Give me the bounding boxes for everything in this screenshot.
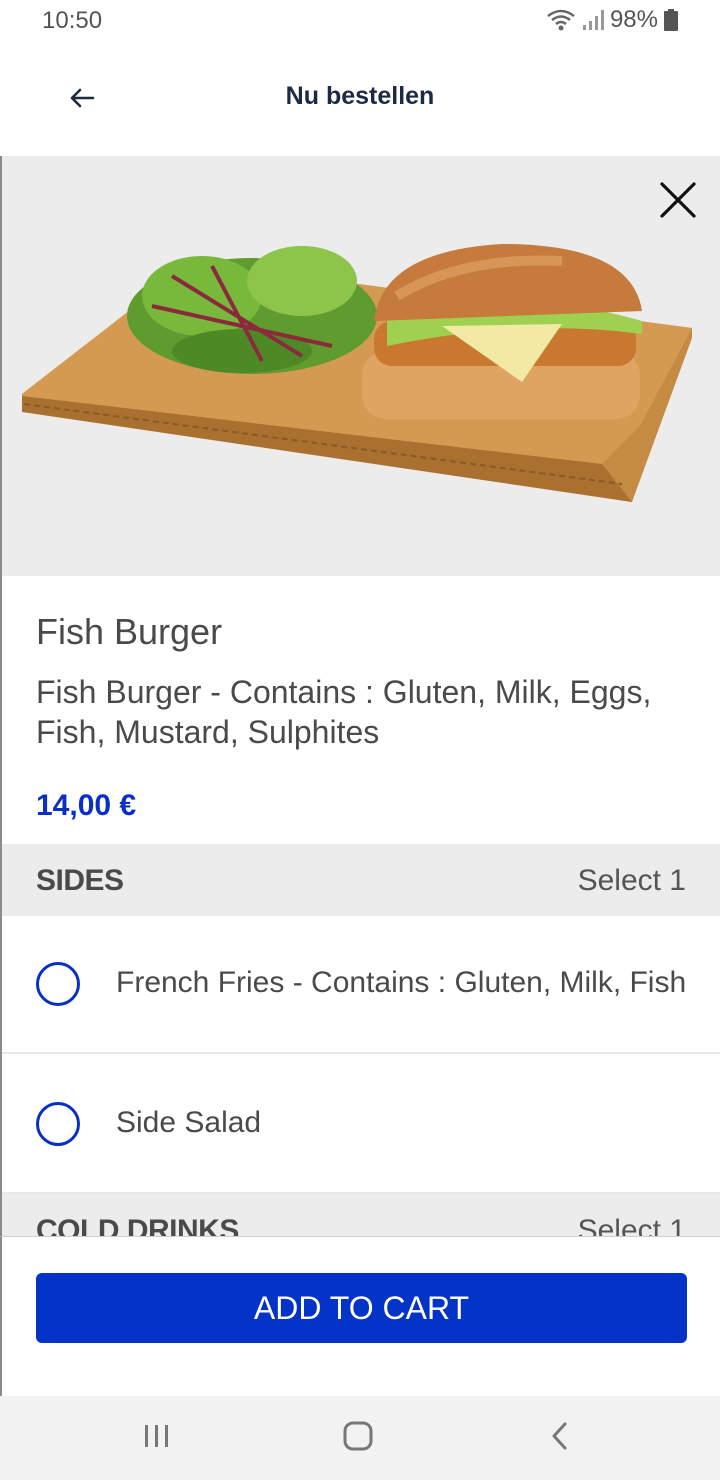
status-time: 10:50: [42, 7, 103, 34]
radio-button[interactable]: [36, 962, 80, 1006]
option-label: French Fries - Contains : Gluten, Milk, …: [116, 966, 687, 999]
group-header-sides: SIDES Select 1: [2, 844, 720, 916]
page-title: Nu bestellen: [285, 82, 435, 110]
product-sheet: Fish Burger Fish Burger - Contains : Glu…: [0, 156, 720, 1396]
product-image: [2, 156, 720, 576]
system-nav-bar: [0, 1396, 720, 1480]
close-button[interactable]: [654, 176, 702, 224]
battery-icon: [664, 9, 678, 31]
chevron-left-icon: [549, 1421, 571, 1456]
bottom-action-bar: ADD TO CART: [0, 1236, 720, 1396]
product-name: Fish Burger: [36, 611, 223, 652]
add-to-cart-button[interactable]: ADD TO CART: [36, 1273, 687, 1343]
group-title: SIDES: [36, 864, 124, 897]
product-price: 14,00 €: [36, 789, 137, 822]
close-icon: [654, 182, 702, 228]
signal-icon: [582, 9, 604, 31]
wifi-icon: [546, 8, 576, 32]
status-bar: 10:50 98%: [0, 0, 720, 42]
system-back-button[interactable]: [540, 1418, 580, 1458]
recent-apps-button[interactable]: [137, 1418, 177, 1458]
home-button[interactable]: [338, 1418, 378, 1458]
option-french-fries[interactable]: French Fries - Contains : Gluten, Milk, …: [2, 916, 720, 1054]
status-icons: 98%: [546, 6, 678, 34]
product-description: Fish Burger - Contains : Gluten, Milk, E…: [36, 674, 652, 750]
option-side-salad[interactable]: Side Salad: [2, 1056, 720, 1194]
group-rule: Select 1: [577, 864, 686, 897]
app-header: Nu bestellen: [0, 42, 720, 156]
recent-apps-icon: [142, 1422, 172, 1455]
radio-button[interactable]: [36, 1102, 80, 1146]
battery-percent: 98%: [609, 6, 658, 33]
option-label: Side Salad: [116, 1106, 262, 1139]
home-icon: [342, 1420, 374, 1457]
